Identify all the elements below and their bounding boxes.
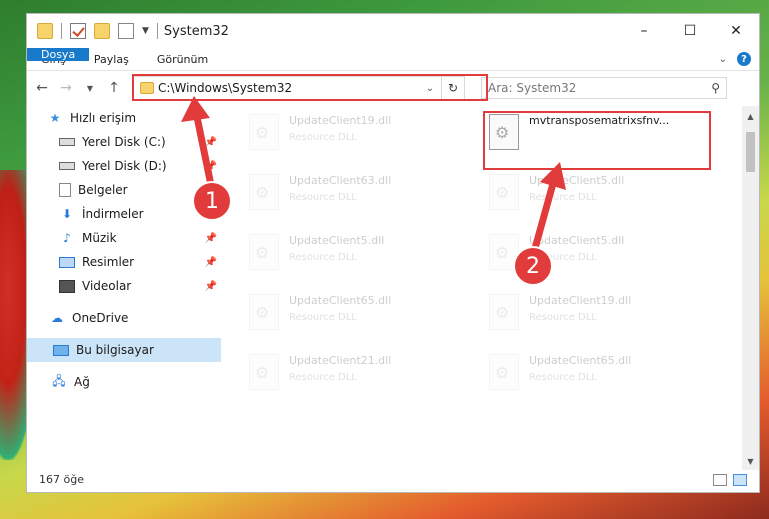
arrow-1 xyxy=(192,111,216,191)
step-2-badge: 2 xyxy=(513,246,553,286)
arrow-1-head xyxy=(181,96,210,122)
arrow-2-head xyxy=(540,162,566,190)
annotation-arrows xyxy=(181,96,566,253)
arrow-2 xyxy=(530,179,558,253)
step-1-badge: 1 xyxy=(192,181,232,221)
